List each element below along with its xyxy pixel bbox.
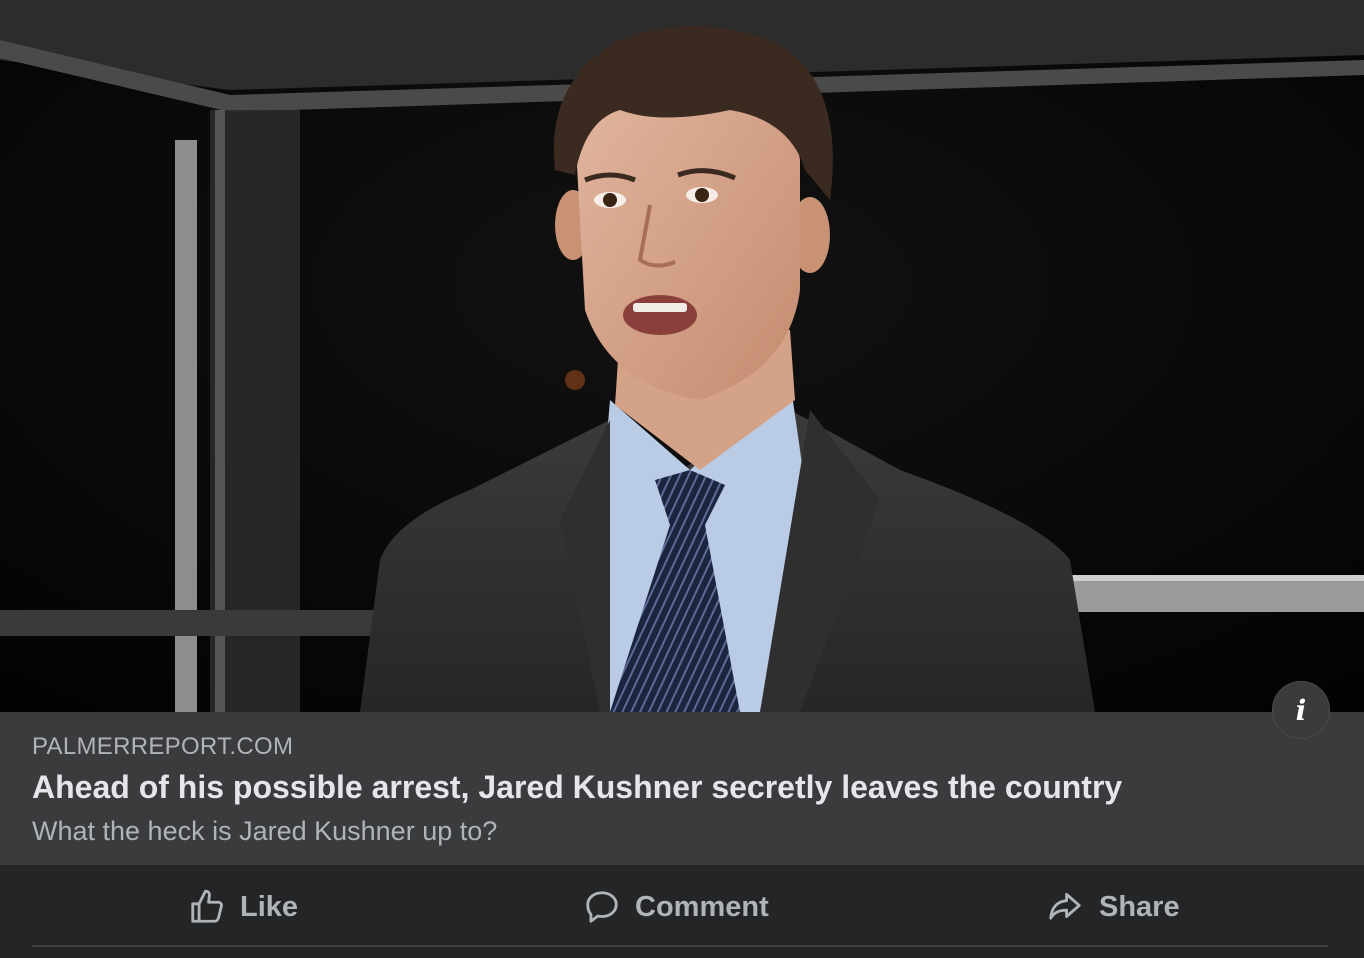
link-subtitle: What the heck is Jared Kushner up to? bbox=[32, 816, 498, 846]
share-button[interactable]: Share bbox=[1045, 883, 1180, 931]
comment-label: Comment bbox=[635, 890, 769, 923]
share-arrow-icon bbox=[1049, 892, 1081, 920]
link-domain: PALMERREPORT.COM bbox=[32, 733, 294, 760]
post-card: i PALMERREPORT.COM Ahead of his possible… bbox=[0, 0, 1364, 958]
link-title[interactable]: Ahead of his possible arrest, Jared Kush… bbox=[32, 769, 1122, 806]
photo-illustration bbox=[0, 0, 1364, 712]
speech-bubble-icon bbox=[586, 891, 618, 923]
thumbs-up-icon bbox=[191, 889, 223, 923]
share-label: Share bbox=[1099, 890, 1180, 923]
info-icon: i bbox=[1295, 693, 1307, 727]
post-image[interactable] bbox=[0, 0, 1364, 712]
post-action-bar: Like Comment Share bbox=[0, 865, 1364, 958]
divider bbox=[32, 945, 1328, 947]
link-preview[interactable]: PALMERREPORT.COM Ahead of his possible a… bbox=[0, 712, 1364, 865]
like-label: Like bbox=[240, 890, 299, 923]
info-button[interactable]: i bbox=[1272, 681, 1330, 739]
comment-button[interactable]: Comment bbox=[583, 883, 769, 931]
like-button[interactable]: Like bbox=[188, 883, 298, 931]
